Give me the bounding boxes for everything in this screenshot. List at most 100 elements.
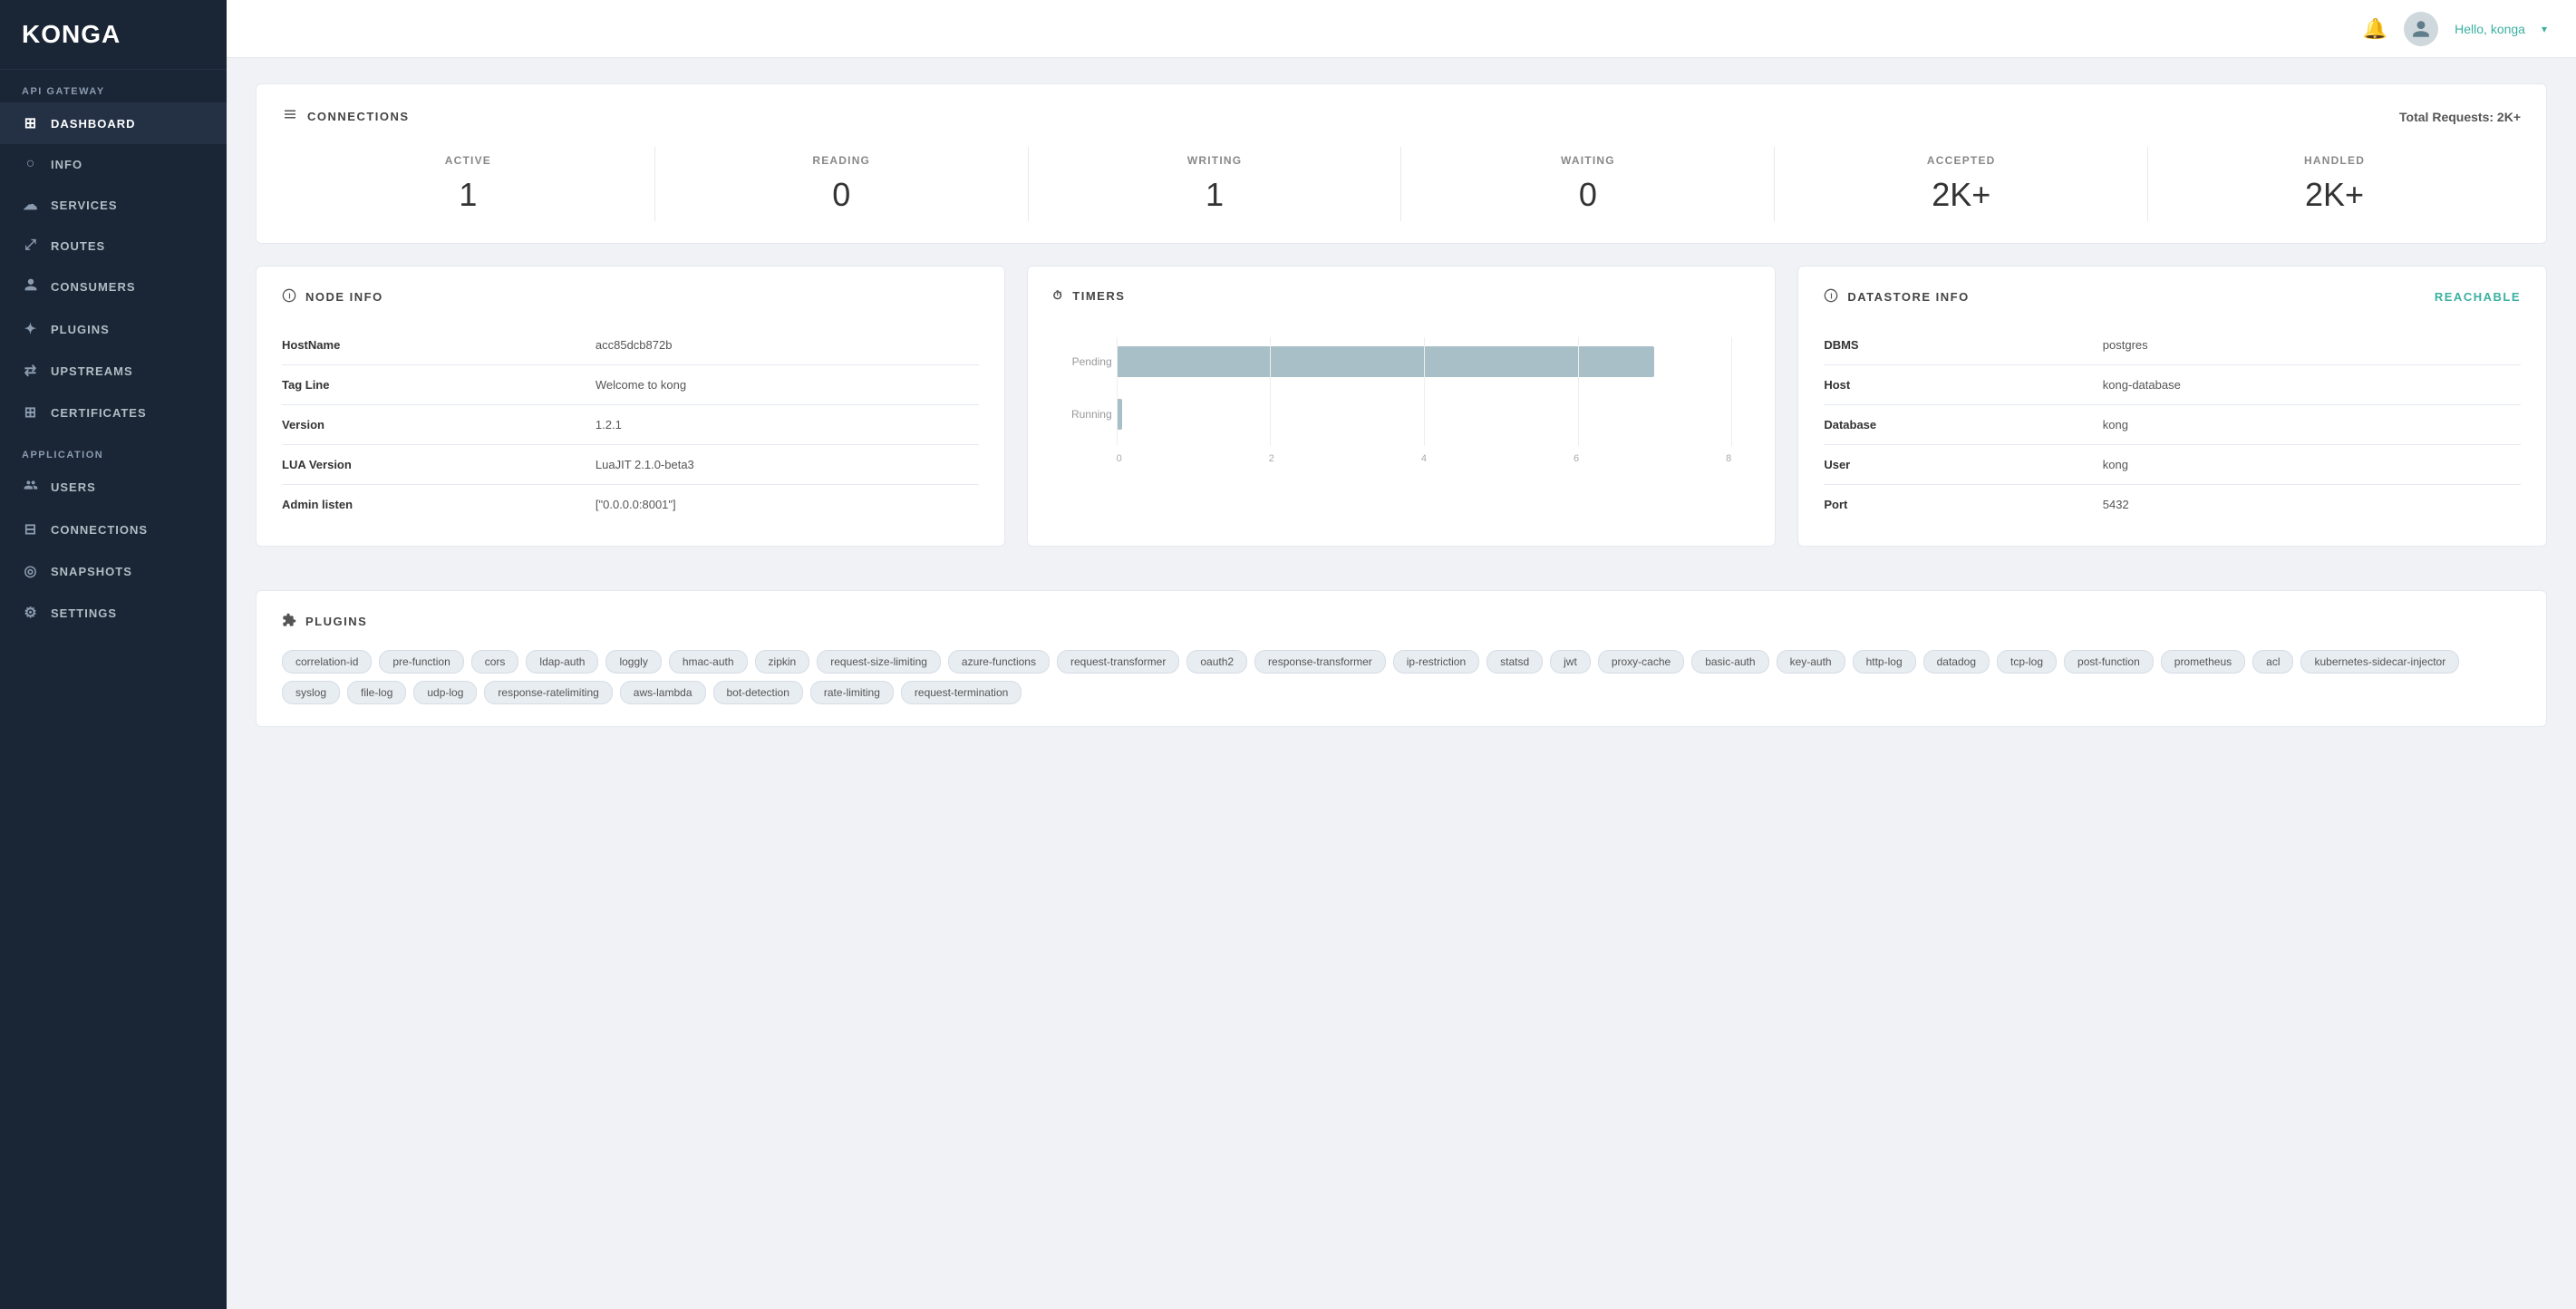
three-col-section: i NODE INFO HostNameacc85dcb872bTag Line…	[256, 266, 2547, 568]
stat-handled-value: 2K+	[2305, 176, 2364, 214]
plugin-tag[interactable]: statsd	[1487, 650, 1543, 674]
sidebar-item-info[interactable]: ○ INFO	[0, 144, 227, 184]
plugin-tag[interactable]: post-function	[2064, 650, 2154, 674]
node-info-row-label: Version	[282, 405, 596, 445]
stat-accepted: ACCEPTED 2K+	[1775, 147, 2148, 221]
node-info-row-value: Welcome to kong	[596, 365, 979, 405]
plugin-tag[interactable]: loggly	[605, 650, 661, 674]
plugin-tag[interactable]: acl	[2252, 650, 2293, 674]
stat-writing-label: WRITING	[1187, 154, 1242, 167]
ds-row: Port5432	[1824, 485, 2521, 525]
plugin-tag[interactable]: tcp-log	[1997, 650, 2057, 674]
stat-waiting-value: 0	[1579, 176, 1597, 214]
node-info-row: Version1.2.1	[282, 405, 979, 445]
plugin-tag[interactable]: correlation-id	[282, 650, 372, 674]
stat-active-label: ACTIVE	[445, 154, 491, 167]
plugin-tags-container: correlation-id pre-function cors ldap-auth l…	[282, 650, 2521, 704]
connections-card: CONNECTIONS Total Requests: 2K+ ACTIVE 1…	[256, 83, 2547, 244]
plugin-tag[interactable]: hmac-auth	[669, 650, 748, 674]
sidebar-item-upstreams[interactable]: ⇄ UPSTREAMS	[0, 350, 227, 392]
pending-label: Pending	[1058, 355, 1112, 368]
plugin-tag[interactable]: bot-detection	[713, 681, 803, 704]
node-info-table: HostNameacc85dcb872bTag LineWelcome to k…	[282, 325, 979, 524]
plugin-tag[interactable]: request-transformer	[1057, 650, 1179, 674]
connections-title-area: CONNECTIONS	[282, 106, 410, 127]
svg-text:i: i	[288, 292, 291, 300]
node-info-icon: i	[282, 288, 296, 305]
stat-waiting-label: WAITING	[1561, 154, 1615, 167]
plugin-tag[interactable]: basic-auth	[1691, 650, 1768, 674]
plugin-tag[interactable]: key-auth	[1777, 650, 1845, 674]
datastore-title-left: i DATASTORE INFO	[1824, 288, 1969, 305]
plugin-tag[interactable]: ip-restriction	[1393, 650, 1479, 674]
svg-text:i: i	[1831, 292, 1834, 300]
sidebar-item-routes[interactable]: ⤢ ROUTES	[0, 226, 227, 266]
node-info-row-label: Admin listen	[282, 485, 596, 525]
stat-reading: READING 0	[655, 147, 1029, 221]
sidebar-item-connections[interactable]: ⊟ CONNECTIONS	[0, 509, 227, 550]
plugins-icon: ✦	[22, 320, 40, 338]
datastore-table: DBMSpostgresHostkong-databaseDatabasekon…	[1824, 325, 2521, 524]
sidebar-item-users[interactable]: USERS	[0, 466, 227, 509]
plugin-tag[interactable]: pre-function	[379, 650, 463, 674]
plugin-tag[interactable]: proxy-cache	[1598, 650, 1684, 674]
api-gateway-label: API GATEWAY	[0, 70, 227, 102]
stat-reading-label: READING	[812, 154, 870, 167]
sidebar-item-label: SETTINGS	[51, 606, 117, 620]
plugin-tag[interactable]: azure-functions	[948, 650, 1050, 674]
ds-row: Hostkong-database	[1824, 365, 2521, 405]
sidebar-item-dashboard[interactable]: ⊞ DASHBOARD	[0, 102, 227, 144]
sidebar-item-certificates[interactable]: ⊞ CERTIFICATES	[0, 392, 227, 433]
plugin-tag[interactable]: file-log	[347, 681, 406, 704]
sidebar-item-label: UPSTREAMS	[51, 364, 133, 378]
plugin-tag[interactable]: udp-log	[413, 681, 477, 704]
connections-header: CONNECTIONS Total Requests: 2K+	[282, 106, 2521, 127]
node-info-row: HostNameacc85dcb872b	[282, 325, 979, 365]
sidebar-item-label: CONNECTIONS	[51, 523, 148, 537]
sidebar-item-plugins[interactable]: ✦ PLUGINS	[0, 308, 227, 350]
plugin-tag[interactable]: oauth2	[1186, 650, 1247, 674]
sidebar-item-services[interactable]: ☁ SERVICES	[0, 184, 227, 226]
ds-row-label: Port	[1824, 485, 2102, 525]
sidebar-item-snapshots[interactable]: ◎ SNAPSHOTS	[0, 550, 227, 592]
plugin-tag[interactable]: request-termination	[901, 681, 1022, 704]
plugin-tag[interactable]: prometheus	[2161, 650, 2245, 674]
stats-row: ACTIVE 1 READING 0 WRITING 1 WAITING 0 A…	[282, 147, 2521, 221]
consumers-icon	[22, 277, 40, 296]
sidebar-item-label: CERTIFICATES	[51, 406, 147, 420]
node-info-row-value: acc85dcb872b	[596, 325, 979, 365]
plugin-tag[interactable]: cors	[471, 650, 519, 674]
stat-waiting: WAITING 0	[1401, 147, 1775, 221]
node-info-row: Tag LineWelcome to kong	[282, 365, 979, 405]
plugin-tag[interactable]: response-transformer	[1254, 650, 1386, 674]
sidebar-item-consumers[interactable]: CONSUMERS	[0, 266, 227, 308]
running-label: Running	[1058, 408, 1112, 421]
plugin-tag[interactable]: aws-lambda	[620, 681, 706, 704]
plugin-tag[interactable]: syslog	[282, 681, 340, 704]
plugin-tag[interactable]: jwt	[1550, 650, 1591, 674]
plugin-tag[interactable]: zipkin	[755, 650, 810, 674]
ds-row-value: postgres	[2103, 325, 2521, 365]
notifications-bell-icon[interactable]: 🔔	[2363, 17, 2387, 41]
reachable-badge: Reachable	[2435, 290, 2521, 304]
stat-reading-value: 0	[832, 176, 850, 214]
plugins-title: PLUGINS	[282, 613, 2521, 630]
node-info-row-label: Tag Line	[282, 365, 596, 405]
stat-handled-label: HANDLED	[2304, 154, 2365, 167]
stat-writing: WRITING 1	[1029, 147, 1402, 221]
node-info-row: Admin listen["0.0.0.0:8001"]	[282, 485, 979, 525]
chart-bars: Pending Running	[1117, 337, 1732, 446]
sidebar-item-label: USERS	[51, 480, 96, 494]
sidebar-item-settings[interactable]: ⚙ SETTINGS	[0, 592, 227, 634]
user-menu-button[interactable]: Hello, konga	[2455, 22, 2525, 36]
plugin-tag[interactable]: kubernetes-sidecar-injector	[2300, 650, 2459, 674]
node-info-row-value: LuaJIT 2.1.0-beta3	[596, 445, 979, 485]
ds-row-value: kong	[2103, 405, 2521, 445]
plugin-tag[interactable]: response-ratelimiting	[484, 681, 612, 704]
plugin-tag[interactable]: request-size-limiting	[817, 650, 941, 674]
plugin-tag[interactable]: rate-limiting	[810, 681, 894, 704]
plugin-tag[interactable]: datadog	[1923, 650, 1990, 674]
plugin-tag[interactable]: ldap-auth	[526, 650, 598, 674]
sidebar-item-label: ROUTES	[51, 239, 105, 253]
plugin-tag[interactable]: http-log	[1853, 650, 1916, 674]
